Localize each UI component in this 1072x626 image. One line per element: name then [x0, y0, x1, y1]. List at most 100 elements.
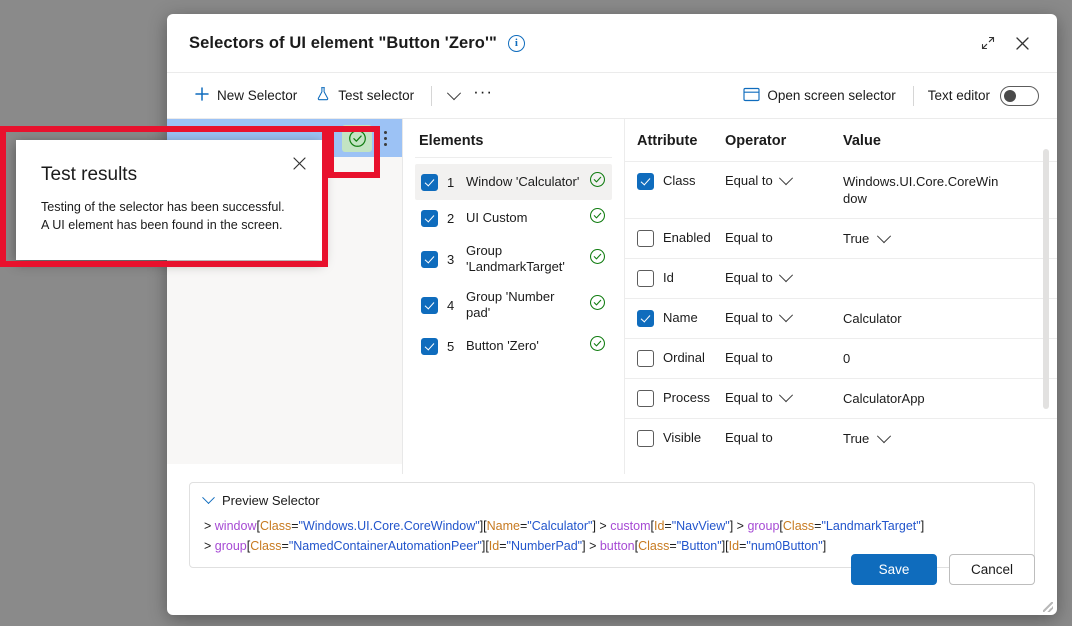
resize-grip[interactable]: [1043, 602, 1053, 612]
selector-token: custom: [610, 519, 651, 533]
expand-icon[interactable]: [971, 28, 1005, 58]
element-checkbox[interactable]: [421, 337, 438, 355]
element-row[interactable]: 4 Group 'Number pad': [415, 282, 612, 328]
attribute-row[interactable]: Process Equal to CalculatorApp: [625, 378, 1057, 419]
attribute-row[interactable]: Visible Equal to True: [625, 418, 1057, 458]
text-editor-toggle[interactable]: [1000, 85, 1039, 106]
selector-token: ]: [729, 519, 737, 533]
screen-root: Selectors of UI element "Button 'Zero'" …: [0, 0, 1072, 626]
attribute-name: Ordinal: [663, 350, 705, 365]
element-index: 1: [447, 174, 455, 190]
attribute-name: Enabled: [663, 230, 711, 245]
element-label: Button 'Zero': [466, 338, 539, 353]
element-status-success-icon: [589, 207, 606, 229]
element-index: 4: [447, 297, 455, 313]
attribute-value[interactable]: 0: [843, 350, 850, 367]
attribute-checkbox[interactable]: [637, 430, 654, 447]
attribute-operator: Equal to: [725, 310, 773, 325]
element-label: Group 'LandmarkTarget': [466, 243, 565, 274]
test-results-popup: Test results Testing of the selector has…: [16, 140, 322, 260]
attribute-operator: Equal to: [725, 230, 773, 245]
toolbar-divider-2: [912, 85, 914, 106]
attribute-row[interactable]: Id Equal to: [625, 258, 1057, 299]
chevron-down-icon[interactable]: [877, 228, 892, 243]
selector-token: =: [664, 519, 672, 533]
element-row[interactable]: 1 Window 'Calculator': [415, 164, 612, 200]
toolbar-overflow-button[interactable]: ···: [468, 81, 498, 111]
element-checkbox[interactable]: [421, 209, 438, 227]
attribute-name: Name: [663, 310, 698, 325]
attribute-row[interactable]: Class Equal to Windows.UI.Core.CoreWindow: [625, 161, 1057, 219]
chevron-down-icon: [447, 85, 462, 100]
element-label: Group 'Number pad': [466, 289, 555, 320]
attribute-value[interactable]: CalculatorApp: [843, 390, 925, 407]
new-selector-label: New Selector: [217, 88, 298, 103]
attribute-row[interactable]: Enabled Equal to True: [625, 218, 1057, 259]
flask-icon: [315, 86, 331, 105]
element-checkbox[interactable]: [421, 296, 438, 314]
attribute-checkbox[interactable]: [637, 310, 654, 327]
selector-token: group: [747, 519, 780, 533]
element-row[interactable]: 2 UI Custom: [415, 200, 612, 236]
element-status-success-icon: [589, 294, 606, 316]
selector-token: Class: [259, 519, 292, 533]
attribute-checkbox[interactable]: [637, 270, 654, 287]
attribute-row[interactable]: Name Equal to Calculator: [625, 298, 1057, 339]
chevron-down-icon[interactable]: [778, 307, 793, 322]
text-editor-label: Text editor: [927, 88, 990, 103]
attribute-operator: Equal to: [725, 173, 773, 188]
selector-token: ]: [920, 519, 925, 533]
selector-token: "Windows.UI.Core.CoreWindow": [298, 519, 480, 533]
selector-token: >: [204, 519, 215, 533]
attributes-scroll-area: Attribute Operator Value Class Equal to Wi…: [625, 129, 1057, 474]
attribute-operator: Equal to: [725, 270, 773, 285]
chevron-down-icon: [202, 491, 215, 505]
chevron-down-icon[interactable]: [877, 428, 892, 443]
close-icon[interactable]: [288, 152, 310, 174]
attributes-header-operator: Operator: [725, 133, 787, 149]
selector-token: "NavView": [671, 519, 730, 533]
element-status-success-icon: [589, 171, 606, 193]
element-row[interactable]: 5 Button 'Zero': [415, 328, 612, 364]
window-icon: [743, 87, 760, 105]
save-button[interactable]: Save: [851, 553, 937, 585]
chevron-down-icon[interactable]: [778, 387, 793, 402]
test-selector-dropdown-button[interactable]: [440, 81, 468, 111]
open-screen-selector-button[interactable]: Open screen selector: [734, 80, 904, 112]
attribute-checkbox[interactable]: [637, 390, 654, 407]
element-label: UI Custom: [466, 210, 528, 225]
vertical-ellipsis-icon[interactable]: [378, 130, 392, 146]
preview-selector-toggle[interactable]: Preview Selector: [202, 491, 1020, 508]
element-checkbox[interactable]: [421, 250, 438, 268]
attribute-value[interactable]: True: [843, 430, 869, 447]
test-selector-button[interactable]: Test selector: [306, 80, 423, 112]
selector-token: >: [736, 519, 748, 533]
attributes-scrollbar[interactable]: [1043, 149, 1049, 409]
plus-icon: [194, 86, 210, 105]
chevron-down-icon[interactable]: [778, 267, 793, 282]
attribute-checkbox[interactable]: [637, 350, 654, 367]
chevron-down-icon[interactable]: [778, 170, 793, 185]
selector-token: "Calculator": [527, 519, 593, 533]
elements-list: 1 Window 'Calculator' 2 UI Custom 3 Group 'La…: [415, 157, 612, 364]
selector-status-success-icon[interactable]: [342, 124, 372, 152]
attribute-checkbox[interactable]: [637, 230, 654, 247]
attribute-row[interactable]: Ordinal Equal to 0: [625, 338, 1057, 379]
attribute-checkbox[interactable]: [637, 173, 654, 190]
attribute-value[interactable]: Windows.UI.Core.CoreWindow: [843, 173, 1003, 207]
close-icon[interactable]: [1005, 28, 1039, 58]
new-selector-button[interactable]: New Selector: [185, 80, 306, 112]
test-selector-label: Test selector: [338, 88, 415, 103]
attribute-operator: Equal to: [725, 350, 773, 365]
elements-pane: Elements 1 Window 'Calculator' 2 UI Custom 3…: [403, 119, 625, 474]
attributes-header-value: Value: [843, 133, 881, 149]
attribute-name: Id: [663, 270, 674, 285]
element-row[interactable]: 3 Group 'LandmarkTarget': [415, 236, 612, 282]
info-icon[interactable]: i: [507, 34, 525, 52]
attribute-value[interactable]: True: [843, 230, 869, 247]
attribute-value[interactable]: Calculator: [843, 310, 902, 327]
dialog-titlebar: Selectors of UI element "Button 'Zero'" …: [167, 14, 1057, 73]
cancel-button[interactable]: Cancel: [949, 553, 1035, 585]
element-checkbox[interactable]: [421, 173, 438, 191]
element-label: Window 'Calculator': [466, 174, 580, 189]
